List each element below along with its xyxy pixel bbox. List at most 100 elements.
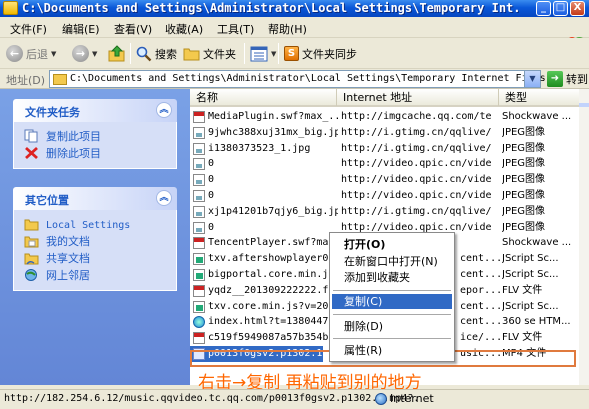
menu-edit[interactable]: 编辑(E) [62, 21, 100, 37]
folders-label: 文件夹 [203, 47, 236, 61]
chevron-down-icon[interactable]: ▼ [524, 71, 540, 87]
menu-bar: 文件(F) 编辑(E) 查看(V) 收藏(A) 工具(T) 帮助(H) [0, 17, 589, 49]
folder-icon [24, 219, 39, 231]
minimize-button[interactable]: _ [536, 1, 551, 16]
file-type: JScript Sc... [502, 300, 559, 312]
title-bar[interactable]: C:\Documents and Settings\Administrator\… [0, 0, 589, 17]
file-name: i1380373523_1.jpg [208, 142, 311, 154]
file-row[interactable]: 0 http://video.qpic.cn/vide... JPEG图像 [190, 188, 579, 204]
search-icon [136, 46, 152, 61]
internet-globe-icon [375, 392, 387, 405]
up-folder-button[interactable] [108, 44, 126, 63]
vertical-scrollbar[interactable] [579, 89, 589, 385]
file-row[interactable]: MediaPlugin.swf?max_... http://imgcache.q… [190, 109, 579, 125]
file-row[interactable]: 0 http://video.qpic.cn/vide... JPEG图像 [190, 156, 579, 172]
my-documents-icon [24, 236, 39, 248]
folders-icon [183, 48, 200, 61]
file-row[interactable]: i1380373523_1.jpg http://i.gtimg.cn/qqliv… [190, 141, 579, 157]
copy-item-link[interactable]: 复制此项目 [24, 128, 176, 145]
other-places-header[interactable]: 其它位置 ︽ [13, 187, 177, 210]
file-type: JPEG图像 [502, 205, 546, 217]
file-type: FLV 文件 [502, 284, 543, 296]
menu-favorites[interactable]: 收藏(A) [165, 21, 203, 37]
context-separator [333, 314, 451, 315]
other-places-title: 其它位置 [25, 194, 69, 207]
menu-view[interactable]: 查看(V) [114, 21, 152, 37]
views-icon [250, 46, 268, 61]
copy-icon [24, 129, 38, 143]
menu-file[interactable]: 文件(F) [10, 21, 47, 37]
file-name: index.html?t=1380447... [208, 316, 338, 328]
search-label: 搜索 [155, 47, 177, 61]
file-name: bigportal.core.min.j... [208, 269, 338, 280]
address-bar: 地址(D) C:\Documents and Settings\Administ… [0, 69, 589, 89]
forward-button[interactable]: → ▼ [72, 44, 97, 63]
file-name: 9jwhc388xuj31mx_big.jpg [208, 126, 338, 138]
network-places-link[interactable]: 网上邻居 [24, 267, 176, 284]
column-name[interactable]: 名称 [190, 89, 337, 106]
chevron-up-icon[interactable]: ︽ [156, 102, 172, 118]
file-internet-address: cent... [460, 300, 500, 312]
file-tasks-header[interactable]: 文件夹任务 ︽ [13, 99, 177, 122]
file-name: TencentPlayer.swf?ma... [208, 237, 338, 249]
file-internet-address: http://i.gtimg.cn/qqlive/... [341, 126, 491, 138]
file-type: JPEG图像 [502, 158, 546, 170]
close-button[interactable]: X [570, 1, 585, 16]
file-type: JScript Sc... [502, 253, 559, 265]
file-tasks-panel: 文件夹任务 ︽ 复制此项目 删除此项目 [13, 99, 177, 169]
file-img-icon [193, 158, 205, 171]
file-internet-address: cent... [460, 269, 500, 280]
menu-help[interactable]: 帮助(H) [268, 21, 307, 37]
file-flv-icon [193, 284, 205, 297]
file-js-icon [193, 269, 205, 281]
go-arrow-icon: ➜ [547, 71, 563, 87]
address-label: 地址(D) [6, 74, 46, 87]
folder-sync-button[interactable]: S 文件夹同步 [284, 44, 357, 63]
toolbar: ← 后退 ▼ → ▼ 搜索 文件夹 ▼ S 文件夹同步 [0, 38, 589, 69]
file-img-icon [193, 190, 205, 202]
my-documents-link[interactable]: 我的文档 [24, 233, 176, 250]
folder-icon [3, 1, 18, 15]
network-globe-icon [25, 269, 37, 281]
file-tasks-title: 文件夹任务 [25, 106, 80, 119]
menu-tools[interactable]: 工具(T) [217, 21, 254, 37]
address-input[interactable]: C:\Documents and Settings\Administrator\… [49, 70, 546, 88]
file-row[interactable]: 0 http://video.qpic.cn/vide... JPEG图像 [190, 172, 579, 188]
delete-item-link[interactable]: 删除此项目 [24, 145, 176, 162]
back-button[interactable]: ← 后退 ▼ [6, 44, 56, 63]
file-type: FLV 文件 [502, 332, 543, 344]
file-flv-icon [193, 332, 205, 345]
context-delete[interactable]: 删除(D) [332, 319, 452, 334]
toolbar-separator [278, 43, 279, 64]
file-name: txv.aftershowplayer0... [208, 253, 338, 265]
file-internet-address: http://video.qpic.cn/vide... [341, 190, 491, 201]
file-row[interactable]: 9jwhc388xuj31mx_big.jpg http://i.gtimg.cn… [190, 125, 579, 141]
views-button[interactable]: ▼ [250, 44, 276, 63]
back-label: 后退 [26, 47, 48, 61]
other-places-panel: 其它位置 ︽ Local Settings 我的文档 共享文档 网上邻居 [13, 187, 177, 291]
file-row[interactable]: xj1p41201b7qjy6_big.jpg http://i.gtimg.cn… [190, 204, 579, 220]
scrollbar-thumb[interactable] [579, 103, 589, 107]
context-open[interactable]: 打开(O) [332, 237, 452, 252]
file-name: 0 [208, 174, 215, 186]
context-copy[interactable]: 复制(C) [332, 294, 452, 309]
file-type: JPEG图像 [502, 190, 546, 201]
maximize-button[interactable]: □ [553, 1, 568, 16]
column-type[interactable]: 类型 [499, 89, 579, 106]
shared-documents-link[interactable]: 共享文档 [24, 250, 176, 267]
file-img-icon [193, 174, 205, 187]
context-open-new-window[interactable]: 在新窗口中打开(N) [332, 254, 452, 269]
search-button[interactable]: 搜索 [136, 44, 177, 63]
go-button[interactable]: ➜ 转到 [547, 70, 589, 88]
column-internet-address[interactable]: Internet 地址 [337, 89, 499, 106]
delete-x-icon [25, 146, 38, 160]
toolbar-separator [244, 43, 245, 64]
up-folder-icon [108, 45, 125, 62]
folders-button[interactable]: 文件夹 [183, 44, 236, 63]
other-places-body: Local Settings 我的文档 共享文档 网上邻居 [13, 210, 177, 291]
context-properties[interactable]: 属性(R) [332, 343, 452, 358]
context-separator [333, 290, 451, 291]
context-add-to-favorites[interactable]: 添加到收藏夹 [332, 270, 452, 285]
chevron-up-icon[interactable]: ︽ [156, 190, 172, 206]
local-settings-link[interactable]: Local Settings [24, 216, 176, 233]
